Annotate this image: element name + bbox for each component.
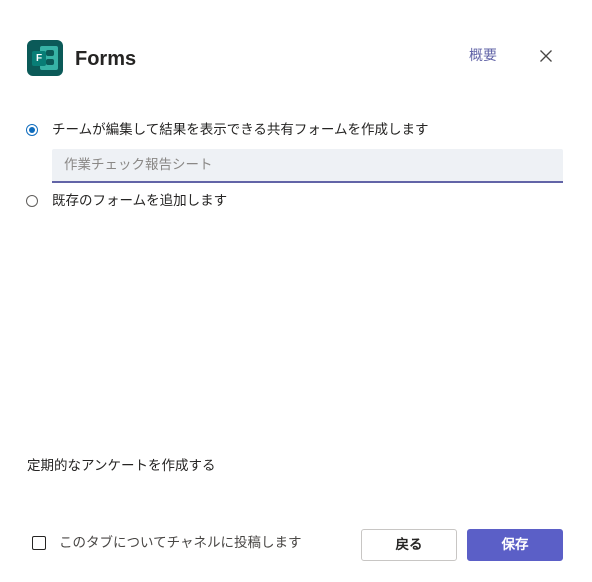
form-name-input[interactable] bbox=[52, 149, 563, 183]
forms-logo-icon: F bbox=[27, 40, 63, 76]
save-button[interactable]: 保存 bbox=[467, 529, 563, 561]
post-to-channel-option[interactable]: このタブについてチャネルに投稿します bbox=[32, 533, 301, 553]
close-icon bbox=[540, 50, 552, 62]
forms-logo-letter: F bbox=[32, 51, 46, 66]
create-new-form-label: チームが編集して結果を表示できる共有フォームを作成します bbox=[52, 122, 429, 138]
close-button[interactable] bbox=[536, 46, 556, 66]
create-new-form-option[interactable]: チームが編集して結果を表示できる共有フォームを作成します bbox=[26, 120, 429, 140]
dialog-title: Forms bbox=[75, 48, 137, 70]
create-new-radio[interactable] bbox=[26, 124, 38, 136]
add-existing-radio[interactable] bbox=[26, 195, 38, 207]
post-to-channel-checkbox[interactable] bbox=[32, 536, 46, 550]
post-to-channel-label: このタブについてチャネルに投稿します bbox=[59, 535, 302, 551]
add-existing-form-label: 既存のフォームを追加します bbox=[52, 193, 228, 209]
about-link[interactable]: 概要 bbox=[469, 46, 497, 66]
back-button[interactable]: 戻る bbox=[361, 529, 457, 561]
add-existing-form-option[interactable]: 既存のフォームを追加します bbox=[26, 191, 227, 211]
recurring-survey-text: 定期的なアンケートを作成する bbox=[27, 458, 216, 474]
forms-tab-config-dialog: F Forms 概要 チームが編集して結果を表示できる共有フォームを作成します … bbox=[0, 0, 592, 582]
